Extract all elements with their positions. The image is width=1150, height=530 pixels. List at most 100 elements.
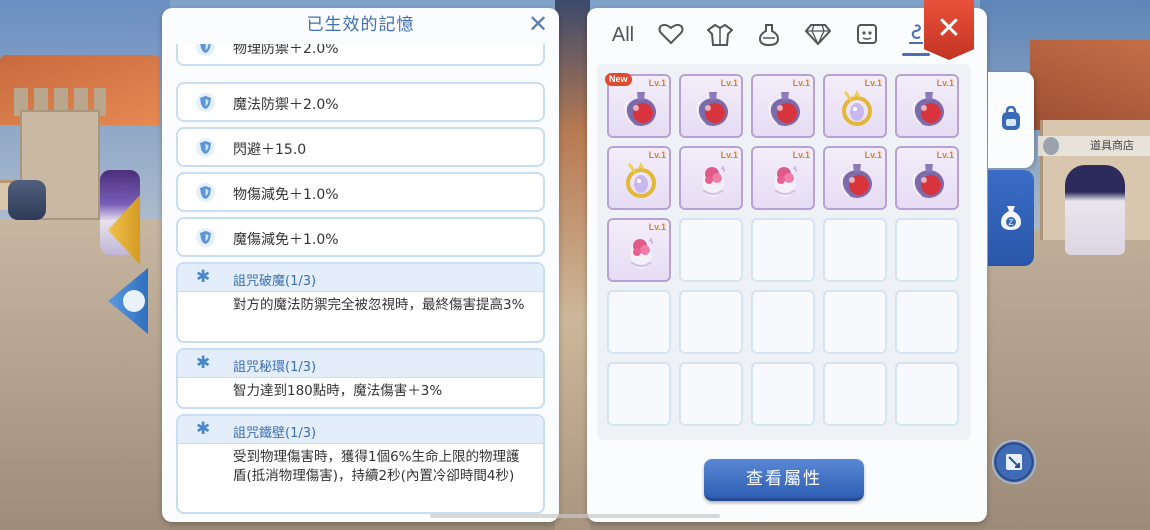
stat-row: 魔法防禦＋2.0%	[176, 82, 545, 122]
close-icon[interactable]: ✕	[527, 12, 549, 36]
background-ground-right	[985, 230, 1150, 530]
item-level-label: Lv.1	[936, 150, 954, 160]
shield-icon	[196, 228, 215, 247]
side-tab-backpack[interactable]	[988, 72, 1034, 168]
view-attributes-button[interactable]: 查看屬性	[704, 459, 864, 501]
empty-item-slot[interactable]	[823, 218, 887, 282]
tab-all-label: All	[611, 24, 635, 46]
stat-text: 魔傷減免＋1.0%	[233, 232, 339, 248]
tab-potion[interactable]	[749, 18, 789, 52]
potion-item-icon	[907, 158, 951, 202]
snowflake-icon: ✱	[196, 267, 211, 287]
curse-description: 對方的魔法防禦完全被忽視時，最終傷害提高3%	[233, 297, 525, 313]
side-tab-zeny-bag[interactable]: Z	[988, 170, 1034, 266]
avatar-icon	[123, 290, 145, 312]
curse-description: 智力達到180點時，魔法傷害＋3%	[233, 383, 443, 399]
curse-header: ✱ 詛咒破魔(1/3)	[178, 264, 543, 292]
category-tabs: All	[599, 18, 930, 56]
armor-icon	[706, 23, 734, 46]
empty-item-slot[interactable]	[679, 218, 743, 282]
card-icon	[857, 24, 877, 44]
item-level-label: Lv.1	[648, 150, 666, 160]
background-ground-left	[0, 220, 170, 530]
empty-item-slot[interactable]	[607, 362, 671, 426]
tab-gem[interactable]	[798, 18, 838, 52]
curse-title: 詛咒鐵壁(1/3)	[233, 426, 317, 441]
memory-item-slot[interactable]: Lv.1	[823, 146, 887, 210]
panel-title: 已生效的記憶	[306, 15, 415, 35]
chat-toggle-button[interactable]	[992, 440, 1036, 484]
potion-item-icon	[763, 86, 807, 130]
active-memory-panel: 已生效的記憶 ✕ 物理防禦＋2.0% 魔法防禦＋2.0% 閃避＋15.0 物傷減…	[162, 8, 559, 522]
close-button[interactable]: ✕	[924, 0, 974, 60]
shield-icon	[196, 138, 215, 157]
empty-item-slot[interactable]	[679, 362, 743, 426]
memory-item-slot[interactable]: Lv.1	[679, 146, 743, 210]
backpack-icon	[1002, 106, 1020, 130]
empty-item-slot[interactable]	[679, 290, 743, 354]
item-level-label: Lv.1	[648, 78, 666, 88]
item-level-label: Lv.1	[864, 150, 882, 160]
empty-item-slot[interactable]	[895, 290, 959, 354]
stat-row: 閃避＋15.0	[176, 127, 545, 167]
bloom-item-icon	[691, 158, 735, 202]
memory-item-slot[interactable]: Lv.1	[751, 74, 815, 138]
memory-item-slot[interactable]: Lv.1	[679, 74, 743, 138]
empty-item-slot[interactable]	[751, 290, 815, 354]
stat-text: 魔法防禦＋2.0%	[233, 97, 339, 113]
bloom-item-icon	[619, 230, 663, 274]
bloom-item-icon	[763, 158, 807, 202]
amulet-item-icon	[835, 86, 879, 130]
gem-icon	[804, 24, 832, 46]
empty-item-slot[interactable]	[823, 290, 887, 354]
edit-icon	[1006, 454, 1022, 470]
memory-item-slot[interactable]: Lv.1 New	[605, 73, 671, 138]
empty-item-slot[interactable]	[607, 290, 671, 354]
background-middle-strip	[555, 0, 590, 530]
memory-item-slot[interactable]: Lv.1	[607, 146, 671, 210]
potion-item-icon	[835, 158, 879, 202]
zeny-bag-icon: Z	[1001, 206, 1021, 230]
item-level-label: Lv.1	[792, 78, 810, 88]
memory-item-slot[interactable]: Lv.1	[823, 74, 887, 138]
empty-item-slot[interactable]	[895, 218, 959, 282]
curse-header: ✱ 詛咒秘環(1/3)	[178, 350, 543, 378]
memory-item-slot[interactable]: Lv.1	[895, 74, 959, 138]
memory-item-slot[interactable]: Lv.1	[895, 146, 959, 210]
stat-row-partial: 物理防禦＋2.0%	[176, 44, 545, 66]
empty-item-slot[interactable]	[823, 362, 887, 426]
scroll-indicator	[430, 514, 720, 518]
curse-description: 受到物理傷害時，獲得1個6%生命上限的物理護盾(抵消物理傷害)，持續2秒(內置冷…	[233, 449, 520, 484]
npc-character-far-left[interactable]	[8, 180, 46, 220]
potion-item-icon	[619, 86, 663, 130]
background-roof-right	[1030, 40, 1150, 130]
memory-item-slot[interactable]: Lv.1	[751, 146, 815, 210]
item-level-label: Lv.1	[648, 222, 666, 232]
empty-item-slot[interactable]	[895, 362, 959, 426]
empty-item-slot[interactable]	[751, 218, 815, 282]
stat-row: 魔傷減免＋1.0%	[176, 217, 545, 257]
tab-card[interactable]	[847, 18, 887, 52]
stat-row: 物傷減免＋1.0%	[176, 172, 545, 212]
curse-header: ✱ 詛咒鐵壁(1/3)	[178, 416, 543, 444]
potion-item-icon	[907, 86, 951, 130]
curse-title: 詛咒破魔(1/3)	[233, 274, 317, 289]
item-level-label: Lv.1	[720, 150, 738, 160]
tab-all[interactable]: All	[603, 18, 643, 52]
memory-item-slot[interactable]: Lv.1	[607, 218, 671, 282]
tab-heart[interactable]	[651, 18, 691, 52]
empty-item-slot[interactable]	[751, 362, 815, 426]
npc-character-right[interactable]	[1065, 165, 1125, 255]
memory-effects-list[interactable]: 物理防禦＋2.0% 魔法防禦＋2.0% 閃避＋15.0 物傷減免＋1.0% 魔傷	[176, 44, 545, 522]
potion-item-icon	[691, 86, 735, 130]
item-level-label: Lv.1	[720, 78, 738, 88]
potion-icon	[758, 24, 780, 47]
curse-effect-card: ✱ 詛咒破魔(1/3) 對方的魔法防禦完全被忽視時，最終傷害提高3%	[176, 262, 545, 343]
stat-text: 物傷減免＋1.0%	[233, 187, 339, 203]
tab-armor[interactable]	[700, 18, 740, 52]
item-level-label: Lv.1	[936, 78, 954, 88]
curse-effect-card: ✱ 詛咒鐵壁(1/3) 受到物理傷害時，獲得1個6%生命上限的物理護盾(抵消物理…	[176, 414, 545, 514]
memory-icon	[909, 24, 923, 44]
snowflake-icon: ✱	[196, 419, 211, 439]
item-level-label: Lv.1	[864, 78, 882, 88]
